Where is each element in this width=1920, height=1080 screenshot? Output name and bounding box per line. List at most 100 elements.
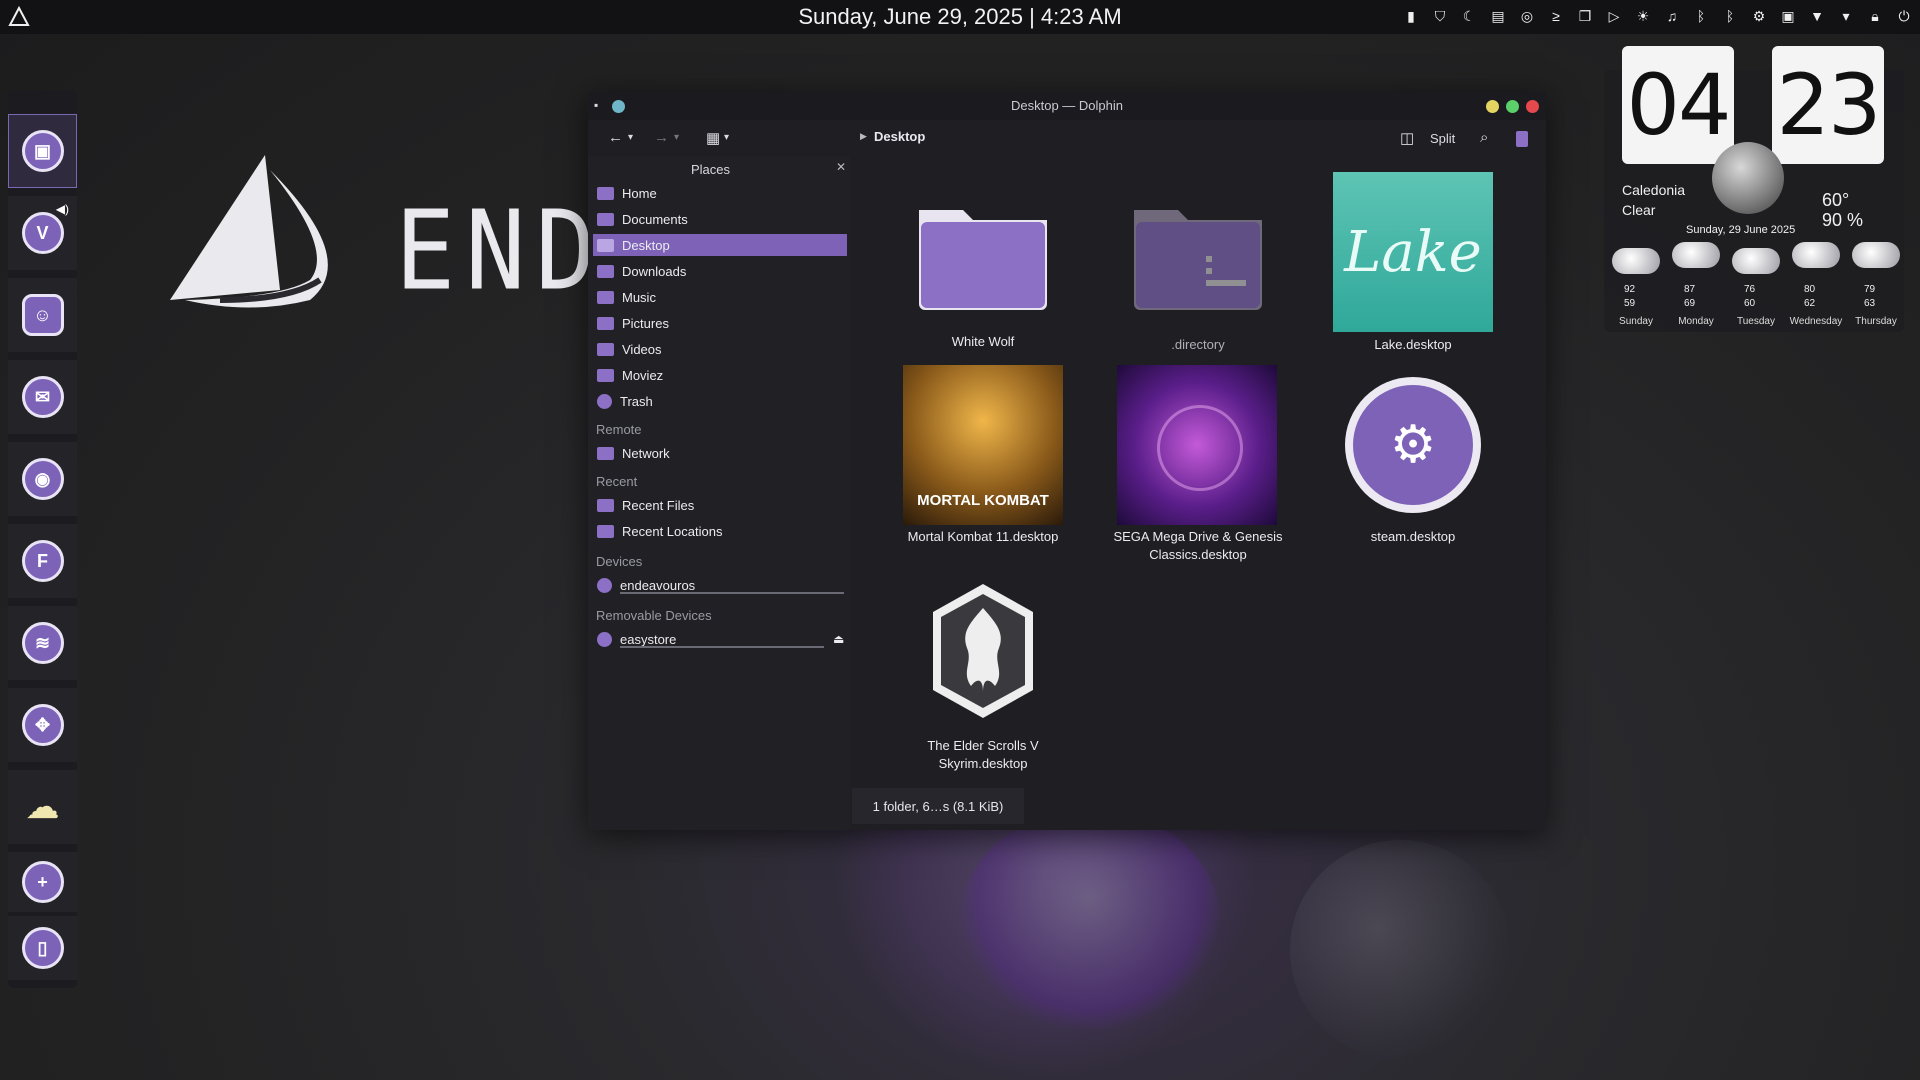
- wifi-icon[interactable]: ▼: [1807, 6, 1827, 26]
- forecast-high: 92: [1624, 284, 1636, 295]
- dock-vivaldi[interactable]: V ◀): [8, 196, 77, 270]
- dock-f-app[interactable]: F: [8, 524, 77, 598]
- moon-icon[interactable]: ☾: [1459, 6, 1479, 26]
- wallpaper-orb: [960, 810, 1220, 1030]
- split-button[interactable]: Split: [1430, 131, 1455, 146]
- close-button[interactable]: [1526, 100, 1539, 113]
- place-downloads[interactable]: Downloads: [593, 260, 847, 282]
- folder-icon: ▣: [21, 130, 64, 172]
- usb-drive-icon: [597, 631, 612, 647]
- skyrim-icon[interactable]: [931, 582, 1035, 720]
- file-label[interactable]: SEGA Mega Drive & Genesis Classics.deskt…: [1098, 528, 1298, 564]
- volume-icon[interactable]: ♫: [1662, 6, 1682, 26]
- chevron-down-icon[interactable]: ▾: [1836, 6, 1856, 26]
- vivaldi-icon: V: [21, 212, 64, 254]
- file-label[interactable]: steam.desktop: [1313, 528, 1513, 546]
- dock-games[interactable]: ✥: [8, 688, 77, 762]
- dock-disk[interactable]: ◉: [8, 442, 77, 516]
- place-pictures[interactable]: Pictures: [593, 312, 847, 334]
- window-titlebar[interactable]: ▪ Desktop — Dolphin: [588, 92, 1546, 120]
- mortal-kombat-thumbnail[interactable]: MORTAL KOMBAT: [903, 365, 1063, 525]
- target-icon[interactable]: ◎: [1517, 6, 1537, 26]
- place-trash[interactable]: Trash: [593, 390, 847, 412]
- place-moviez[interactable]: Moviez: [593, 364, 847, 386]
- display-icon[interactable]: ▣: [1778, 6, 1798, 26]
- rain-cloud-icon: [1672, 242, 1720, 268]
- application-dock: ▣ V ◀) ☺ ✉ ◉ F ≋ ✥ ☁ + ▯: [8, 90, 77, 988]
- bluetooth-icon[interactable]: ᛒ: [1691, 6, 1711, 26]
- place-label: Network: [622, 445, 670, 461]
- dock-weather[interactable]: ☁: [8, 770, 77, 844]
- steam-icon[interactable]: ⚙: [1345, 377, 1481, 513]
- view-mode-chevron-icon[interactable]: ▾: [724, 132, 729, 143]
- bluetooth-icon[interactable]: ᛒ: [1720, 6, 1740, 26]
- drive-icon: [597, 577, 612, 593]
- file-label[interactable]: Lake.desktop: [1313, 336, 1513, 354]
- place-recent-files[interactable]: Recent Files: [593, 494, 847, 516]
- forecast-high: 87: [1684, 284, 1696, 295]
- weather-location: Caledonia: [1622, 182, 1686, 198]
- gamepad-icon: ✥: [21, 704, 64, 746]
- view-mode-icon[interactable]: ▦: [706, 129, 720, 147]
- forecast-low: 60: [1744, 298, 1756, 309]
- search-icon[interactable]: ⌕: [1480, 129, 1488, 146]
- forecast-day: Tuesday: [1737, 316, 1775, 327]
- power-icon[interactable]: ⏻: [1894, 6, 1914, 26]
- menu-icon[interactable]: [1516, 131, 1528, 147]
- dock-spotify[interactable]: ≋: [8, 606, 77, 680]
- lake-thumbnail[interactable]: Lake: [1333, 172, 1493, 332]
- clock-minutes: 23: [1772, 46, 1884, 164]
- mail-icon: ✉: [21, 376, 64, 418]
- windows-icon[interactable]: ❐: [1575, 6, 1595, 26]
- sega-thumbnail[interactable]: [1117, 365, 1277, 525]
- file-label[interactable]: The Elder Scrolls V Skyrim.desktop: [883, 737, 1083, 773]
- back-button[interactable]: ←: [608, 129, 623, 146]
- close-icon[interactable]: ✕: [836, 160, 846, 174]
- brightness-icon[interactable]: ☀: [1633, 6, 1653, 26]
- place-music[interactable]: Music: [593, 286, 847, 308]
- mk-title-text: MORTAL KOMBAT: [917, 492, 1049, 509]
- place-label: Recent Files: [622, 497, 695, 513]
- dock-file-manager[interactable]: ▣: [8, 114, 77, 188]
- section-remote: Remote: [596, 422, 642, 437]
- back-history-icon[interactable]: ▾: [628, 132, 633, 143]
- split-icon[interactable]: ◫: [1400, 129, 1414, 147]
- dock-mail[interactable]: ✉: [8, 360, 77, 434]
- place-home[interactable]: Home: [593, 182, 847, 204]
- breadcrumb[interactable]: Desktop: [874, 129, 925, 144]
- file-label[interactable]: White Wolf: [883, 333, 1083, 351]
- trash-icon: ▯: [21, 927, 64, 969]
- minimize-button[interactable]: [1486, 100, 1499, 113]
- folder-icon[interactable]: [1130, 200, 1266, 310]
- play-icon[interactable]: ▷: [1604, 6, 1624, 26]
- folder-videos-icon: [597, 342, 614, 356]
- dock-trash[interactable]: ▯: [8, 916, 77, 980]
- battery-icon[interactable]: ▮: [1401, 6, 1421, 26]
- folder-icon[interactable]: [915, 200, 1051, 310]
- lock-icon[interactable]: 🔒︎: [1865, 6, 1885, 26]
- endeavour-logo: [170, 155, 328, 308]
- clipboard-icon[interactable]: ▤: [1488, 6, 1508, 26]
- file-label[interactable]: Mortal Kombat 11.desktop: [883, 528, 1083, 546]
- dock-ghost-app[interactable]: ☺: [8, 278, 77, 352]
- place-documents[interactable]: Documents: [593, 208, 847, 230]
- shield-icon[interactable]: ⛉: [1430, 6, 1450, 26]
- forward-history-icon[interactable]: ▾: [674, 132, 679, 143]
- place-desktop[interactable]: Desktop: [593, 234, 847, 256]
- weather-temp: 60°: [1822, 190, 1850, 210]
- file-label[interactable]: .directory: [1098, 336, 1298, 354]
- maximize-button[interactable]: [1506, 100, 1519, 113]
- device-usage-bar: [620, 646, 824, 648]
- places-panel: Places ✕ Home Documents Desktop Download…: [588, 156, 850, 830]
- terminal-icon[interactable]: ≥: [1546, 6, 1566, 26]
- spotify-icon: ≋: [21, 622, 64, 664]
- forward-button[interactable]: →: [654, 129, 669, 146]
- dock-add[interactable]: +: [8, 852, 77, 912]
- eject-icon[interactable]: ⏏: [833, 632, 844, 646]
- place-recent-locations[interactable]: Recent Locations: [593, 520, 847, 542]
- place-label: easystore: [620, 631, 677, 647]
- place-network[interactable]: Network: [593, 442, 847, 464]
- settings-icon[interactable]: ⚙: [1749, 6, 1769, 26]
- steam-logo-icon: ⚙: [1353, 385, 1473, 505]
- place-videos[interactable]: Videos: [593, 338, 847, 360]
